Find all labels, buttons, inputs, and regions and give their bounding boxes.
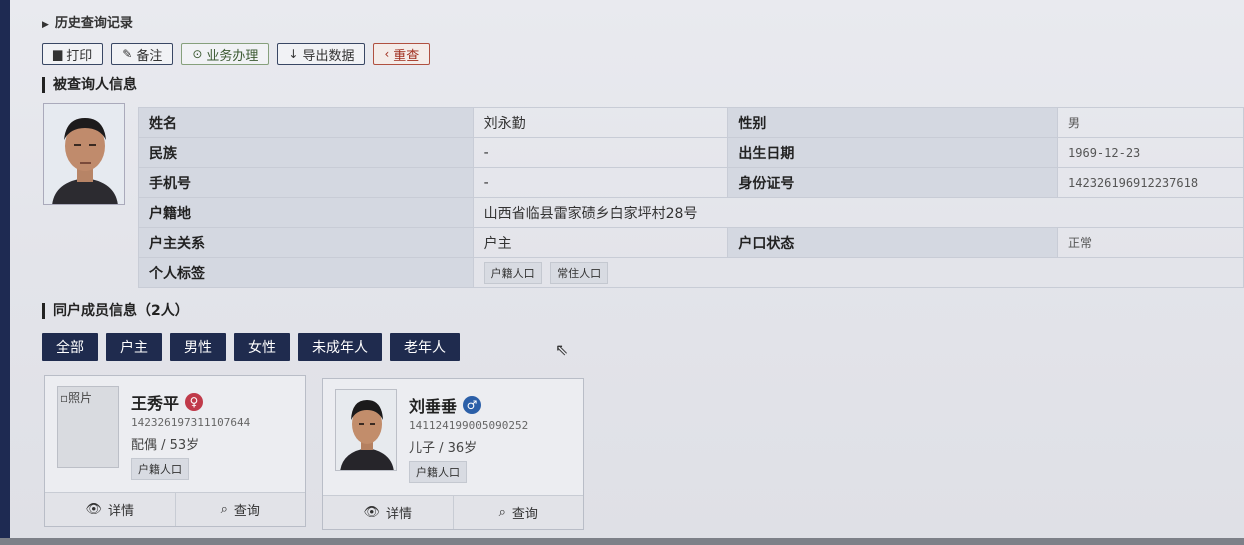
address-label: 户籍地 bbox=[138, 197, 474, 228]
member-tag: 户籍人口 bbox=[409, 461, 471, 483]
birth-value: 1969-12-23 bbox=[1057, 137, 1244, 168]
member-filters: 全部 户主 男性 女性 未成年人 老年人 bbox=[42, 333, 460, 361]
phone-label: 手机号 bbox=[138, 167, 474, 198]
status-value: 正常 bbox=[1057, 227, 1244, 258]
member-name: 刘垂垂 bbox=[409, 397, 458, 416]
export-button[interactable]: ↓ 导出数据 bbox=[277, 43, 366, 65]
address-value: 山西省临县雷家碛乡白家坪村28号 bbox=[472, 197, 1244, 228]
eye-icon: 👁 bbox=[363, 505, 380, 520]
detail-button[interactable]: 👁 详情 bbox=[45, 493, 175, 526]
member-actions: 👁 详情 ⌕ 查询 bbox=[45, 492, 305, 526]
id-label: 身份证号 bbox=[727, 167, 1059, 198]
tags-cell: 户籍人口 常住人口 bbox=[472, 257, 1244, 288]
person-info-table: 姓名 刘永勤 性别 男 民族 - 出生日期 1969-12-23 手机号 - 身… bbox=[138, 107, 1244, 288]
business-button[interactable]: ⊙ 业务办理 bbox=[181, 43, 270, 65]
toolbar: ▆ 打印 ✎ 备注 ⊙ 业务办理 ↓ 导出数据 ‹ 重查 bbox=[42, 43, 431, 65]
id-value: 142326196912237618 bbox=[1057, 167, 1244, 198]
birth-label: 出生日期 bbox=[727, 137, 1059, 168]
member-card[interactable]: ▫照片 王秀平 ♀ 142326197311107644 配偶 / 53岁 户籍… bbox=[44, 375, 306, 527]
filter-head-button[interactable]: 户主 bbox=[106, 333, 162, 361]
member-name-row: 王秀平 ♀ bbox=[131, 390, 204, 414]
gender-label: 性别 bbox=[727, 107, 1059, 138]
arrow-down-icon: ↓ bbox=[288, 47, 299, 61]
member-tag: 户籍人口 bbox=[131, 458, 193, 480]
query-button[interactable]: ⌕ 查询 bbox=[452, 496, 584, 529]
member-name: 王秀平 bbox=[131, 394, 180, 413]
gender-value: 男 bbox=[1057, 107, 1244, 138]
printer-icon: ▆ bbox=[53, 47, 63, 61]
name-label: 姓名 bbox=[138, 107, 474, 138]
tags-label: 个人标签 bbox=[138, 257, 474, 288]
filter-minor-button[interactable]: 未成年人 bbox=[298, 333, 382, 361]
print-button[interactable]: ▆ 打印 bbox=[42, 43, 104, 65]
member-photo-placeholder: ▫照片 bbox=[57, 386, 119, 468]
member-photo-image bbox=[336, 390, 396, 470]
detail-button[interactable]: 👁 详情 bbox=[323, 496, 453, 529]
member-relation: 儿子 / 36岁 bbox=[409, 441, 478, 456]
relation-label: 户主关系 bbox=[138, 227, 474, 258]
chevron-left-icon: ‹ bbox=[384, 47, 390, 61]
tag-badge: 常住人口 bbox=[550, 261, 609, 284]
person-photo bbox=[43, 103, 125, 205]
male-icon: ♂ bbox=[463, 396, 482, 414]
screen-bottom-edge bbox=[0, 538, 1244, 545]
history-label: 历史查询记录 bbox=[54, 16, 133, 31]
mouse-cursor-icon: ⇖ bbox=[555, 340, 569, 359]
member-actions: 👁 详情 ⌕ 查询 bbox=[323, 495, 583, 529]
history-link[interactable]: ▶ 历史查询记录 bbox=[42, 12, 133, 31]
eye-icon: 👁 bbox=[85, 502, 102, 517]
triangle-right-icon: ▶ bbox=[42, 20, 49, 30]
status-label: 户口状态 bbox=[727, 227, 1059, 258]
relation-value: 户主 bbox=[472, 227, 729, 258]
section-title-person: 被查询人信息 bbox=[42, 77, 137, 93]
member-id: 142326197311107644 bbox=[131, 416, 251, 429]
page: ▶ 历史查询记录 ▆ 打印 ✎ 备注 ⊙ 业务办理 ↓ 导出数据 ‹ 重查 被查询人信息 bbox=[10, 0, 1244, 538]
member-name-row: 刘垂垂 ♂ bbox=[409, 393, 482, 417]
filter-female-button[interactable]: 女性 bbox=[234, 333, 290, 361]
person-photo-image bbox=[44, 104, 124, 204]
filter-elderly-button[interactable]: 老年人 bbox=[390, 333, 460, 361]
member-photo bbox=[335, 389, 397, 471]
query-button[interactable]: ⌕ 查询 bbox=[174, 493, 306, 526]
ethnic-label: 民族 bbox=[138, 137, 474, 168]
broken-image-icon: ▫ bbox=[60, 391, 69, 405]
member-card[interactable]: 刘垂垂 ♂ 141124199005090252 儿子 / 36岁 户籍人口 👁… bbox=[322, 378, 584, 530]
tag-badge: 户籍人口 bbox=[483, 261, 542, 284]
phone-value: - bbox=[472, 167, 729, 198]
name-value: 刘永勤 bbox=[472, 107, 729, 138]
section-title-household: 同户成员信息（2人） bbox=[42, 303, 189, 319]
circle-dot-icon: ⊙ bbox=[192, 47, 203, 61]
search-icon: ⌕ bbox=[498, 505, 506, 520]
member-id: 141124199005090252 bbox=[409, 419, 529, 432]
filter-male-button[interactable]: 男性 bbox=[170, 333, 226, 361]
search-icon: ⌕ bbox=[220, 502, 228, 517]
sidebar-edge bbox=[0, 0, 10, 545]
note-button[interactable]: ✎ 备注 bbox=[111, 43, 174, 65]
member-relation: 配偶 / 53岁 bbox=[131, 438, 200, 453]
requery-button[interactable]: ‹ 重查 bbox=[373, 43, 431, 65]
ethnic-value: - bbox=[472, 137, 729, 168]
filter-all-button[interactable]: 全部 bbox=[42, 333, 98, 361]
pencil-icon: ✎ bbox=[122, 47, 133, 61]
female-icon: ♀ bbox=[185, 393, 204, 411]
